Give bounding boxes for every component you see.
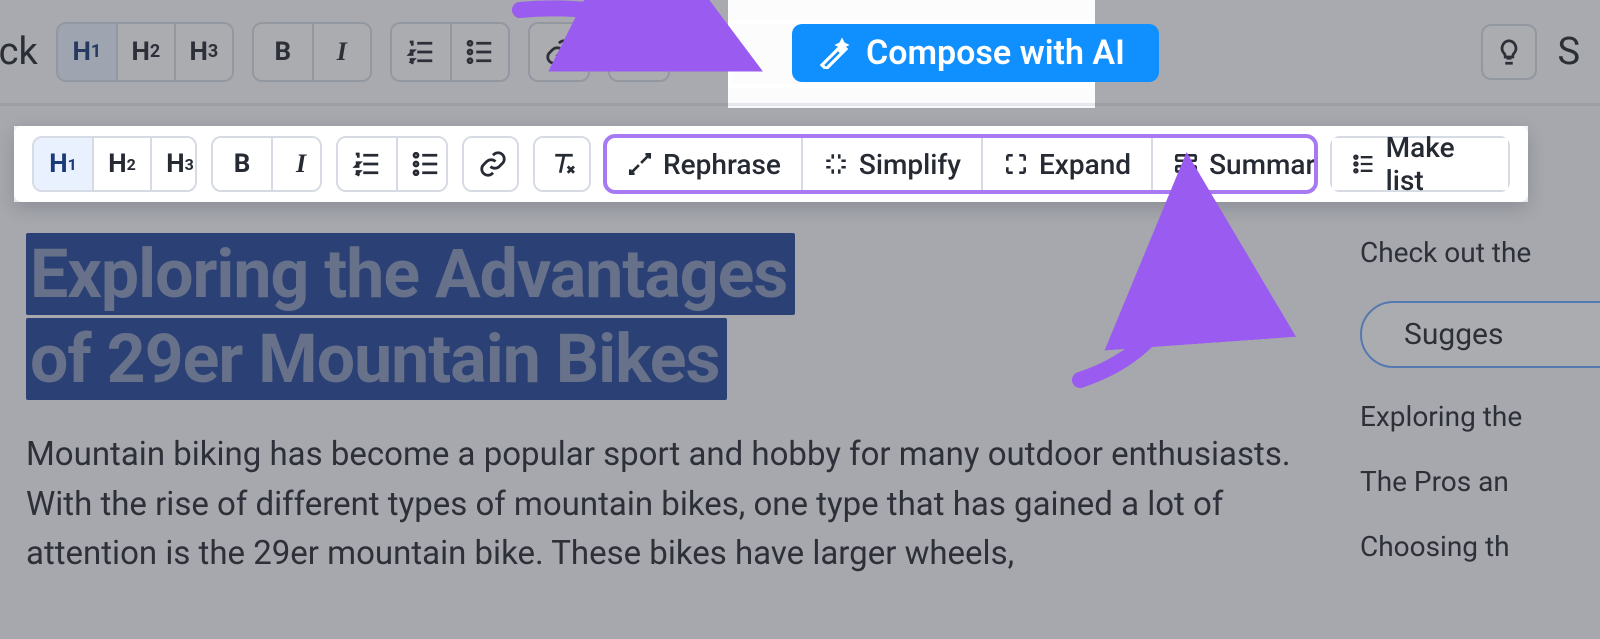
side-panel: Check out the Sugges Exploring the The P… — [1360, 236, 1600, 563]
magic-wand-icon — [818, 37, 850, 69]
dimming-mask — [0, 126, 14, 202]
expand-button[interactable]: Expand — [981, 138, 1151, 190]
ctx-unordered-list-button[interactable] — [396, 138, 447, 190]
title-line-2: of 29er Mountain Bikes — [26, 318, 727, 400]
ctx-link-button[interactable] — [464, 138, 520, 190]
ctx-bold-button[interactable]: B — [213, 138, 271, 190]
h3-sub: 3 — [208, 41, 218, 62]
h-letter: H — [131, 37, 149, 67]
style-group: B I — [252, 22, 372, 82]
rephrase-label: Rephrase — [663, 148, 781, 181]
side-checkout: Check out the — [1360, 236, 1600, 269]
ctx-h2-button[interactable]: H2 — [92, 138, 150, 190]
unordered-list-icon — [411, 149, 441, 179]
link-icon — [544, 37, 574, 67]
clear-format-icon — [624, 37, 654, 67]
ctx-list-group — [336, 136, 447, 192]
ordered-list-button[interactable] — [392, 24, 450, 80]
clear-format-button[interactable] — [610, 24, 668, 80]
italic-button[interactable]: I — [312, 24, 370, 80]
expand-label: Expand — [1039, 148, 1131, 181]
link-icon — [478, 149, 508, 179]
context-toolbar: H1 H2 H3 B I Rephrase Simplify Expand Su… — [14, 126, 1528, 202]
side-item-choosing[interactable]: Choosing th — [1360, 530, 1600, 563]
link-button[interactable] — [530, 24, 588, 80]
h3-button[interactable]: H3 — [174, 24, 232, 80]
side-item-exploring[interactable]: Exploring the — [1360, 400, 1600, 433]
toolbar-right: S — [1481, 24, 1580, 80]
summarize-icon — [1173, 151, 1199, 177]
h2-sub: 2 — [150, 41, 160, 62]
side-item-pros[interactable]: The Pros an — [1360, 465, 1600, 498]
clear-group — [608, 22, 670, 82]
link-group — [528, 22, 590, 82]
title-line-1: Exploring the Advantages — [26, 233, 795, 315]
dimming-mask — [1528, 126, 1600, 202]
ideas-button[interactable] — [1481, 24, 1537, 80]
unordered-list-button[interactable] — [450, 24, 508, 80]
ctx-ordered-list-button[interactable] — [338, 138, 396, 190]
rephrase-icon — [627, 151, 653, 177]
ctx-heading-group: H1 H2 H3 — [32, 136, 197, 192]
compose-label: Compose with AI — [866, 33, 1125, 73]
article-body[interactable]: Mountain biking has become a popular spo… — [26, 430, 1304, 579]
h-letter: H — [72, 37, 90, 67]
summarize-label: Summarize — [1209, 148, 1316, 181]
rephrase-button[interactable]: Rephrase — [607, 138, 801, 190]
ordered-list-icon — [352, 149, 382, 179]
dimming-mask — [0, 108, 1600, 126]
make-list-group: Make list — [1330, 136, 1510, 192]
expand-icon — [1003, 151, 1029, 177]
right-fragment: S — [1557, 30, 1580, 74]
ai-actions-group: Rephrase Simplify Expand Summarize — [605, 136, 1316, 192]
article-title[interactable]: Exploring the Advantages of 29er Mountai… — [26, 232, 1304, 402]
simplify-button[interactable]: Simplify — [801, 138, 981, 190]
simplify-label: Simplify — [859, 148, 961, 181]
back-label[interactable]: ack — [0, 30, 38, 74]
ctx-link-group — [462, 136, 520, 192]
ctx-clear-format-button[interactable] — [535, 138, 591, 190]
h1-sub: 1 — [91, 41, 101, 62]
side-suggest-pill[interactable]: Sugges — [1360, 301, 1600, 368]
ctx-italic-button[interactable]: I — [271, 138, 322, 190]
make-list-icon — [1352, 151, 1375, 177]
ctx-clear-group — [533, 136, 591, 192]
h-letter: H — [189, 37, 207, 67]
make-list-label: Make list — [1386, 131, 1488, 197]
lightbulb-icon — [1494, 37, 1524, 67]
bold-button[interactable]: B — [254, 24, 312, 80]
list-group — [390, 22, 510, 82]
clear-format-icon — [549, 149, 579, 179]
ctx-h1-button[interactable]: H1 — [34, 138, 92, 190]
h1-button[interactable]: H1 — [58, 24, 116, 80]
summarize-button[interactable]: Summarize — [1151, 138, 1316, 190]
article: Exploring the Advantages of 29er Mountai… — [26, 232, 1304, 579]
compose-layer: Compose with AI — [732, 24, 1159, 82]
h2-button[interactable]: H2 — [116, 24, 174, 80]
ordered-list-icon — [406, 37, 436, 67]
compose-with-ai-button[interactable]: Compose with AI — [792, 24, 1159, 82]
ctx-h3-button[interactable]: H3 — [150, 138, 197, 190]
make-list-button[interactable]: Make list — [1332, 138, 1508, 190]
ctx-style-group: B I — [211, 136, 322, 192]
unordered-list-icon — [465, 37, 495, 67]
heading-group: H1 H2 H3 — [56, 22, 234, 82]
simplify-icon — [823, 151, 849, 177]
